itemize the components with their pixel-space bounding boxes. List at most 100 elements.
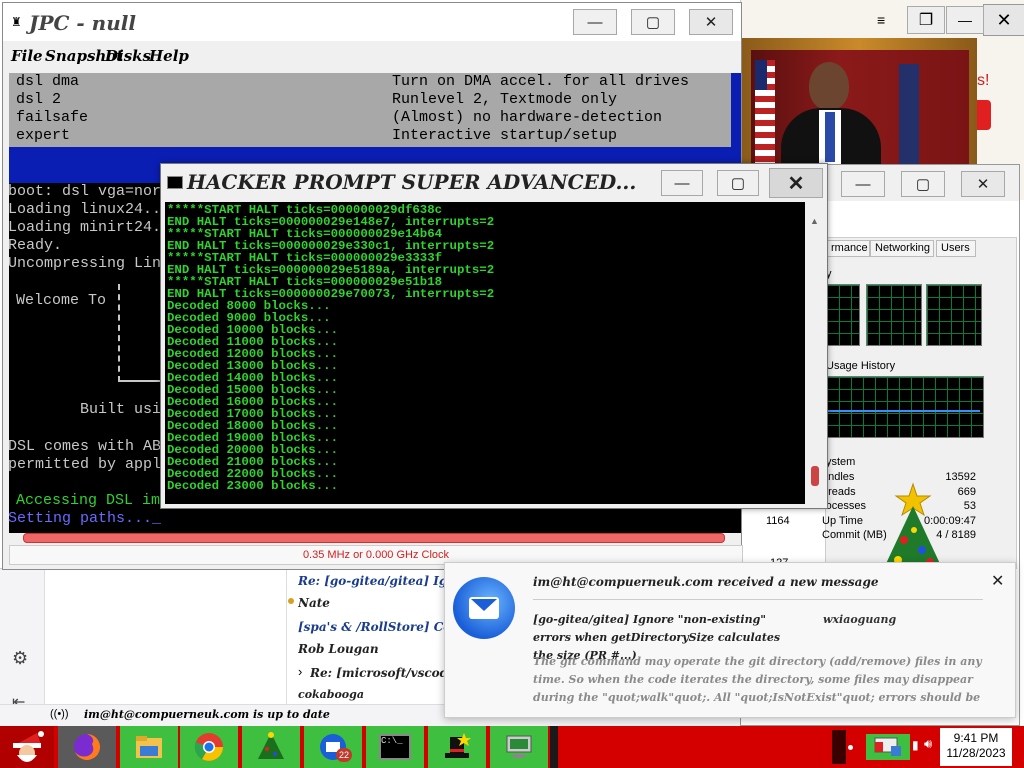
boot-item-desc-3: (Almost) no hardware-detection — [392, 109, 663, 126]
mail-item-4[interactable]: Rob Lougan — [298, 642, 444, 656]
mail-status-text: im@ht@compuerneuk.com is up to date — [84, 708, 330, 721]
memory-usage-graph — [826, 376, 984, 438]
firefox-icon — [74, 734, 100, 760]
terminal-line: Decoded 23000 blocks... — [167, 479, 339, 493]
jpc-menu-file[interactable]: File — [11, 47, 43, 65]
welcome-text: Welcome To — [16, 292, 107, 309]
taskbar-magic-hat[interactable] — [428, 726, 486, 768]
boot-item-key-4: expert — [16, 127, 71, 144]
boot-menu-right-bar — [731, 73, 741, 147]
monitor-alert-icon — [874, 737, 901, 756]
mail-item-3[interactable]: [spa's & /RollStore] Co — [298, 620, 444, 634]
tab-networking[interactable]: Networking — [870, 240, 934, 257]
santa-icon — [13, 731, 44, 762]
red-badge — [977, 100, 991, 130]
boot-item-key-1: dsl dma — [16, 73, 80, 90]
mail-notification[interactable]: im@ht@compuerneuk.com received a new mes… — [444, 562, 1016, 718]
mail-item-5[interactable]: Re: [microsoft/vscode] S — [310, 666, 444, 680]
tab-performance[interactable]: rmance — [826, 240, 870, 257]
unread-count-badge: 22 — [336, 748, 352, 762]
cpu-graph-2 — [866, 284, 922, 346]
mail-item-2[interactable]: Nate — [298, 596, 444, 610]
usage-history-label: Usage History — [826, 360, 896, 372]
tray-volume-icon[interactable]: 🔊︎ — [924, 736, 932, 752]
taskbar-chrome[interactable] — [180, 726, 238, 768]
online-status-icon: ((•)) — [50, 708, 69, 720]
scroll-up-icon[interactable]: ▲ — [810, 216, 819, 226]
restore-icon[interactable]: ❐ — [907, 6, 945, 34]
console-line-3: Loading minirt24. — [8, 219, 162, 236]
boot-item-desc-4: Interactive startup/setup — [392, 127, 618, 144]
taskbar-file-explorer[interactable] — [120, 726, 178, 768]
memory-line — [828, 410, 980, 412]
terminal-output: *****START HALT ticks=000000029df638c END… — [167, 204, 494, 492]
hacker-close-button[interactable]: ✕ — [769, 168, 823, 198]
tm-close-button[interactable]: ✕ — [961, 171, 1005, 197]
thunderbird-logo-icon — [453, 577, 515, 639]
minimize-icon[interactable]: — — [946, 6, 984, 34]
terminal-scrollbar[interactable]: ▲ — [807, 202, 823, 504]
tm-left-value-1: 1164 — [766, 515, 790, 527]
cmd-app-icon — [167, 176, 183, 189]
cpu-graph-3 — [926, 284, 982, 346]
accessing-text: Accessing DSL im — [16, 492, 161, 509]
boot-item-desc-1: Turn on DMA accel. for all drives — [392, 73, 690, 90]
jpc-menu-disks[interactable]: Disks — [105, 47, 151, 65]
scrollbar-thumb[interactable] — [811, 466, 819, 486]
jpc-maximize-button[interactable]: ▢ — [631, 9, 675, 35]
folder-icon — [136, 736, 162, 758]
jpc-title: JPC - null — [29, 11, 136, 35]
console-line-4: Ready. — [8, 237, 63, 254]
hacker-prompt-window: HACKER PROMPT SUPER ADVANCED... — ▢ ✕ **… — [160, 163, 828, 509]
christmas-tree-app-icon — [258, 732, 284, 759]
clock-date: 11/28/2023 — [946, 746, 1006, 760]
tm-minimize-button[interactable]: — — [841, 171, 885, 197]
cpu-graph-1 — [826, 284, 860, 346]
menu-icon[interactable]: ≡ — [877, 12, 885, 28]
taskbar-christmas-tree[interactable] — [242, 726, 300, 768]
portrait-image — [751, 50, 969, 164]
hacker-maximize-button[interactable]: ▢ — [717, 170, 759, 196]
tray-app-icon[interactable] — [866, 734, 910, 760]
dsl-line-2: permitted by appl — [8, 456, 162, 473]
boot-item-key-3: failsafe — [16, 109, 89, 126]
notification-divider — [533, 599, 983, 600]
mail-item-6[interactable]: cokabooga — [298, 688, 444, 701]
console-line-1: boot: dsl vga=nor — [8, 183, 162, 200]
taskbar-firefox[interactable] — [58, 726, 116, 768]
mail-list-divider — [286, 568, 287, 704]
tray-overflow-icon[interactable] — [832, 730, 846, 764]
magic-hat-icon — [445, 733, 471, 758]
jpc-minimize-button[interactable]: — — [573, 9, 617, 35]
tab-users[interactable]: Users — [936, 240, 976, 257]
hacker-title: HACKER PROMPT SUPER ADVANCED... — [187, 170, 637, 194]
notification-sender: wxiaoguang — [823, 613, 897, 626]
taskbar-jpc-emulator[interactable] — [490, 726, 548, 768]
start-santa-button[interactable] — [0, 726, 54, 768]
computer-icon — [506, 735, 532, 758]
close-icon[interactable]: ✕ — [983, 4, 1024, 36]
jpc-app-icon: ♜ — [11, 15, 22, 29]
notification-body: The git command may operate the git dire… — [533, 655, 982, 704]
hacker-minimize-button[interactable]: — — [661, 170, 703, 196]
boot-item-desc-2: Runlevel 2, Textmode only — [392, 91, 618, 108]
taskbar-thunderbird[interactable]: 22 — [304, 726, 362, 768]
jpc-close-button[interactable]: ✕ — [689, 9, 733, 35]
settings-gear-icon[interactable]: ⚙ — [12, 648, 28, 669]
dsl-logo-art — [118, 284, 164, 382]
expand-chevron-icon[interactable]: › — [298, 664, 302, 679]
tray-network-icon[interactable]: ▮ — [912, 738, 919, 752]
unread-dot-icon — [288, 598, 294, 604]
jpc-menu-help[interactable]: Help — [149, 47, 189, 65]
christmas-tree-icon — [876, 480, 950, 574]
clock-progress-bar — [23, 533, 725, 543]
chrome-icon — [194, 733, 223, 761]
tm-maximize-button[interactable]: ▢ — [901, 171, 945, 197]
notification-header: im@ht@compuerneuk.com received a new mes… — [533, 575, 879, 589]
mail-item-1[interactable]: Re: [go-gitea/gitea] Ignore — [298, 574, 444, 588]
notification-close-button[interactable]: ✕ — [991, 571, 1004, 591]
terminal-area[interactable]: *****START HALT ticks=000000029df638c END… — [165, 202, 805, 504]
system-group-label: ystem — [826, 456, 856, 468]
taskbar-command-prompt[interactable]: C:\_ — [366, 726, 424, 768]
taskbar-clock[interactable]: 9:41 PM 11/28/2023 — [940, 728, 1012, 766]
